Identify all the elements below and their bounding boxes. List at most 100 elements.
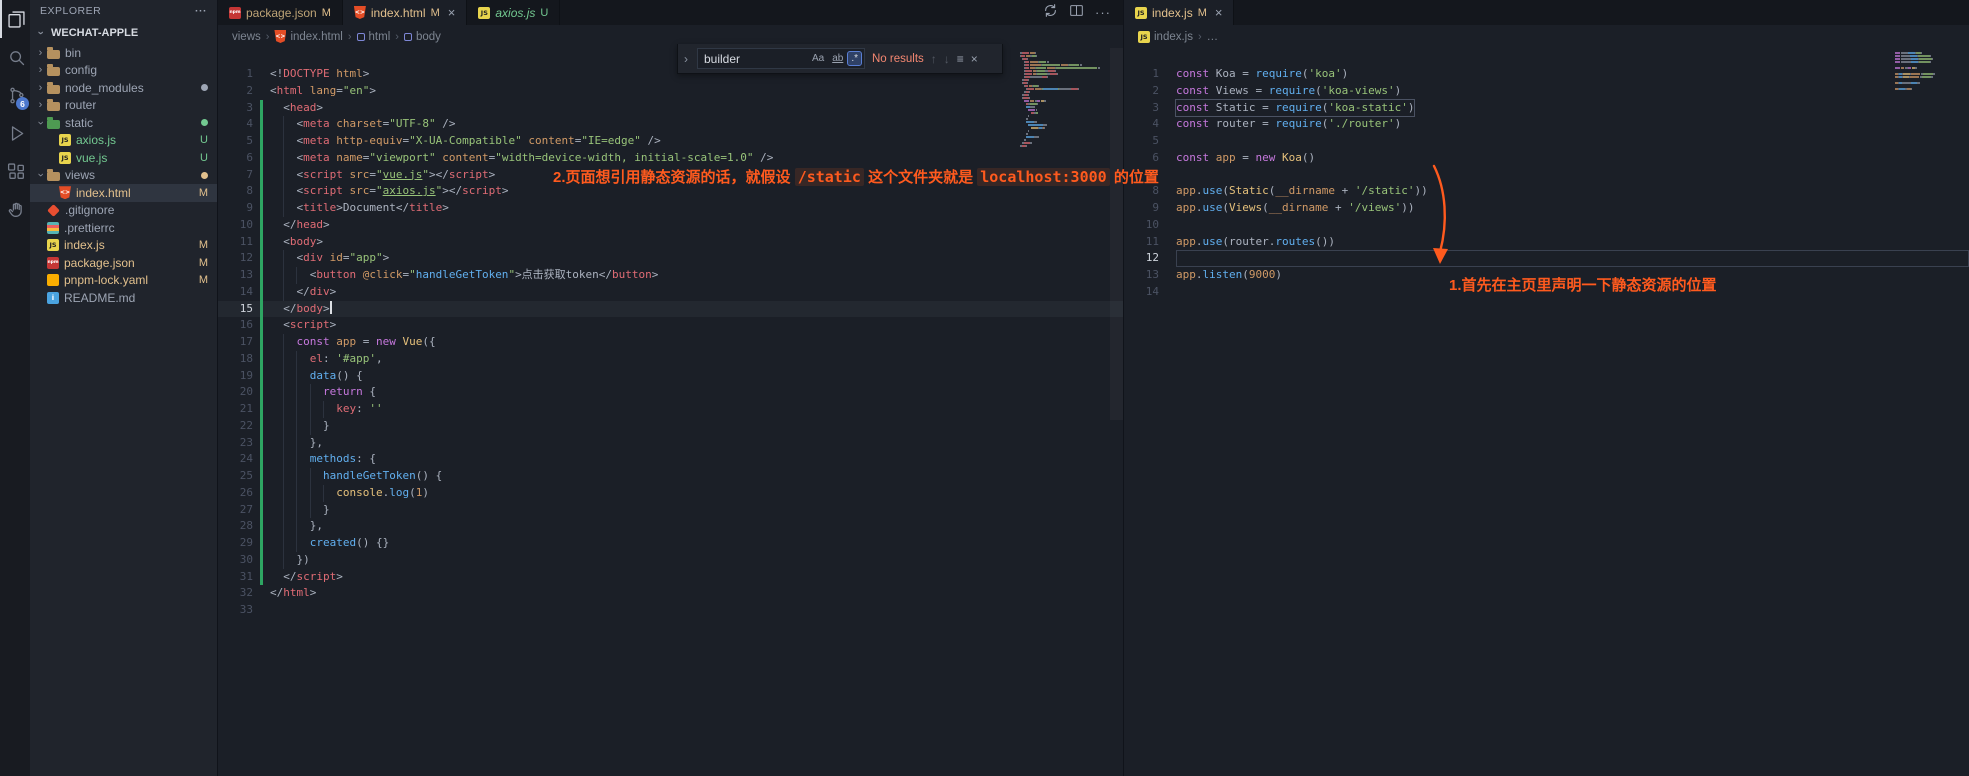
hand-icon[interactable] [0, 190, 30, 228]
tab-package-json[interactable]: npm package.json M [218, 0, 343, 25]
line-number[interactable]: 13 [1124, 267, 1166, 284]
sync-icon[interactable] [1043, 3, 1058, 23]
line-number[interactable]: 17 [218, 334, 260, 351]
line-number[interactable]: 12 [218, 250, 260, 267]
split-icon[interactable] [1069, 3, 1084, 23]
tree-item-node-modules[interactable]: › node_modules [30, 79, 217, 97]
minimap-right[interactable] [1895, 52, 1955, 93]
code-line[interactable]: 25 handleGetToken() { [218, 468, 1123, 485]
tree-item-axios-js[interactable]: JS axios.js U [30, 132, 217, 150]
line-number[interactable]: 20 [218, 384, 260, 401]
line-number[interactable]: 10 [218, 217, 260, 234]
tree-item-package-json[interactable]: npm package.json M [30, 254, 217, 272]
line-number[interactable]: 5 [218, 133, 260, 150]
code-line[interactable]: 9 <title>Document</title> [218, 200, 1123, 217]
line-number[interactable]: 15 [218, 301, 260, 318]
line-number[interactable]: 30 [218, 552, 260, 569]
tree-item-bin[interactable]: › bin [30, 44, 217, 62]
code-line[interactable]: 32 </html> [218, 585, 1123, 602]
regex-icon[interactable]: .* [847, 51, 862, 66]
line-number[interactable]: 1 [1124, 66, 1166, 83]
tree-item-index-html[interactable]: <> index.html M [30, 184, 217, 202]
code-line[interactable]: 22 } [218, 417, 1123, 435]
line-number[interactable]: 1 [218, 66, 260, 83]
code-line[interactable]: 28 }, [218, 518, 1123, 535]
code-line[interactable]: 4 <meta charset="UTF-8" /> [218, 116, 1123, 133]
line-number[interactable]: 2 [218, 83, 260, 100]
line-number[interactable]: 25 [218, 468, 260, 485]
more-actions-icon[interactable]: ··· [1095, 5, 1111, 20]
code-line[interactable]: 26 console.log(1) [218, 484, 1123, 502]
code-line[interactable]: 3 const Static = require('koa-static') [1124, 100, 1969, 117]
explorer-icon[interactable] [0, 0, 30, 38]
code-line[interactable]: 15 </body> [218, 300, 1123, 318]
line-number[interactable]: 3 [218, 100, 260, 117]
line-number[interactable]: 24 [218, 451, 260, 468]
tree-item-config[interactable]: › config [30, 62, 217, 80]
code-line[interactable]: 11 <body> [218, 233, 1123, 251]
find-query[interactable]: builder [704, 52, 807, 66]
code-line[interactable]: 17 const app = new Vue({ [218, 334, 1123, 351]
search-icon[interactable] [0, 38, 30, 76]
line-number[interactable]: 9 [218, 200, 260, 217]
code-line[interactable]: 6 const app = new Koa() [1124, 150, 1969, 167]
more-actions-icon[interactable]: ··· [195, 5, 207, 17]
line-number[interactable]: 19 [218, 368, 260, 385]
line-number[interactable]: 21 [218, 401, 260, 418]
line-number[interactable]: 31 [218, 569, 260, 586]
line-number[interactable]: 16 [218, 317, 260, 334]
tree-item-pnpm-lock-yaml[interactable]: pnpm-lock.yaml M [30, 272, 217, 290]
tab-close-icon[interactable]: × [1215, 5, 1223, 20]
code-line[interactable]: 30 }) [218, 551, 1123, 569]
breadcrumb-item-index-html[interactable]: <> index.html [274, 30, 343, 43]
code-line[interactable]: 6 <meta name="viewport" content="width=d… [218, 149, 1123, 167]
line-number[interactable]: 26 [218, 485, 260, 502]
code-line[interactable]: 33 [218, 602, 1123, 619]
tree-item-vue-js[interactable]: JS vue.js U [30, 149, 217, 167]
line-number[interactable]: 5 [1124, 133, 1166, 150]
code-line[interactable]: 11 app.use(router.routes()) [1124, 234, 1969, 251]
tab-close-icon[interactable]: × [448, 5, 456, 20]
line-number[interactable]: 8 [218, 183, 260, 200]
match-case-icon[interactable]: Aa [809, 52, 827, 65]
line-number[interactable]: 3 [1124, 100, 1166, 117]
project-root-row[interactable]: › WECHAT-APPLE [30, 22, 217, 44]
code-line[interactable]: 14 </div> [218, 283, 1123, 301]
line-number[interactable]: 7 [218, 167, 260, 184]
code-line[interactable]: 18 el: '#app', [218, 350, 1123, 368]
find-input[interactable]: builder Aa ab .* [697, 48, 865, 69]
code-line[interactable]: 2 <html lang="en"> [218, 83, 1123, 100]
line-number[interactable]: 6 [218, 150, 260, 167]
breadcrumb-item--[interactable]: … [1207, 31, 1219, 43]
whole-word-icon[interactable]: ab [829, 52, 846, 65]
code-line[interactable]: 23 }, [218, 434, 1123, 452]
run-debug-icon[interactable] [0, 114, 30, 152]
find-in-selection-icon[interactable]: ≡ [957, 52, 964, 66]
code-line[interactable]: 31 </script> [218, 568, 1123, 586]
code-line[interactable]: 9 app.use(Views(__dirname + '/views')) [1124, 200, 1969, 217]
tab-axios-js[interactable]: JS axios.js U [467, 0, 561, 25]
line-number[interactable]: 29 [218, 535, 260, 552]
line-number[interactable]: 13 [218, 267, 260, 284]
line-number[interactable]: 6 [1124, 150, 1166, 167]
code-line[interactable]: 3 <head> [218, 99, 1123, 117]
extensions-icon[interactable] [0, 152, 30, 190]
code-line[interactable]: 29 created() {} [218, 535, 1123, 552]
find-prev-icon[interactable]: ↑ [931, 52, 937, 66]
line-number[interactable]: 4 [1124, 116, 1166, 133]
code-line[interactable]: 5 <meta http-equiv="X-UA-Compatible" con… [218, 133, 1123, 150]
tree-item--gitignore[interactable]: .gitignore [30, 202, 217, 220]
code-line[interactable]: 10 [1124, 217, 1969, 234]
minimap-left[interactable] [1020, 52, 1105, 150]
code-line[interactable]: 12 <div id="app"> [218, 250, 1123, 267]
tab-index-js[interactable]: JS index.js M × [1124, 0, 1235, 25]
code-line[interactable]: 2 const Views = require('koa-views') [1124, 83, 1969, 100]
find-close-icon[interactable]: × [971, 52, 978, 66]
tab-index-html[interactable]: <> index.html M × [342, 0, 468, 25]
code-line[interactable]: 20 return { [218, 384, 1123, 401]
code-line[interactable]: 8 app.use(Static(__dirname + '/static')) [1124, 183, 1969, 200]
line-number[interactable]: 14 [218, 284, 260, 301]
tree-item-readme-md[interactable]: i README.md [30, 289, 217, 307]
scrollbar-left[interactable] [1110, 48, 1123, 420]
code-line[interactable]: 21 key: '' [218, 401, 1123, 418]
